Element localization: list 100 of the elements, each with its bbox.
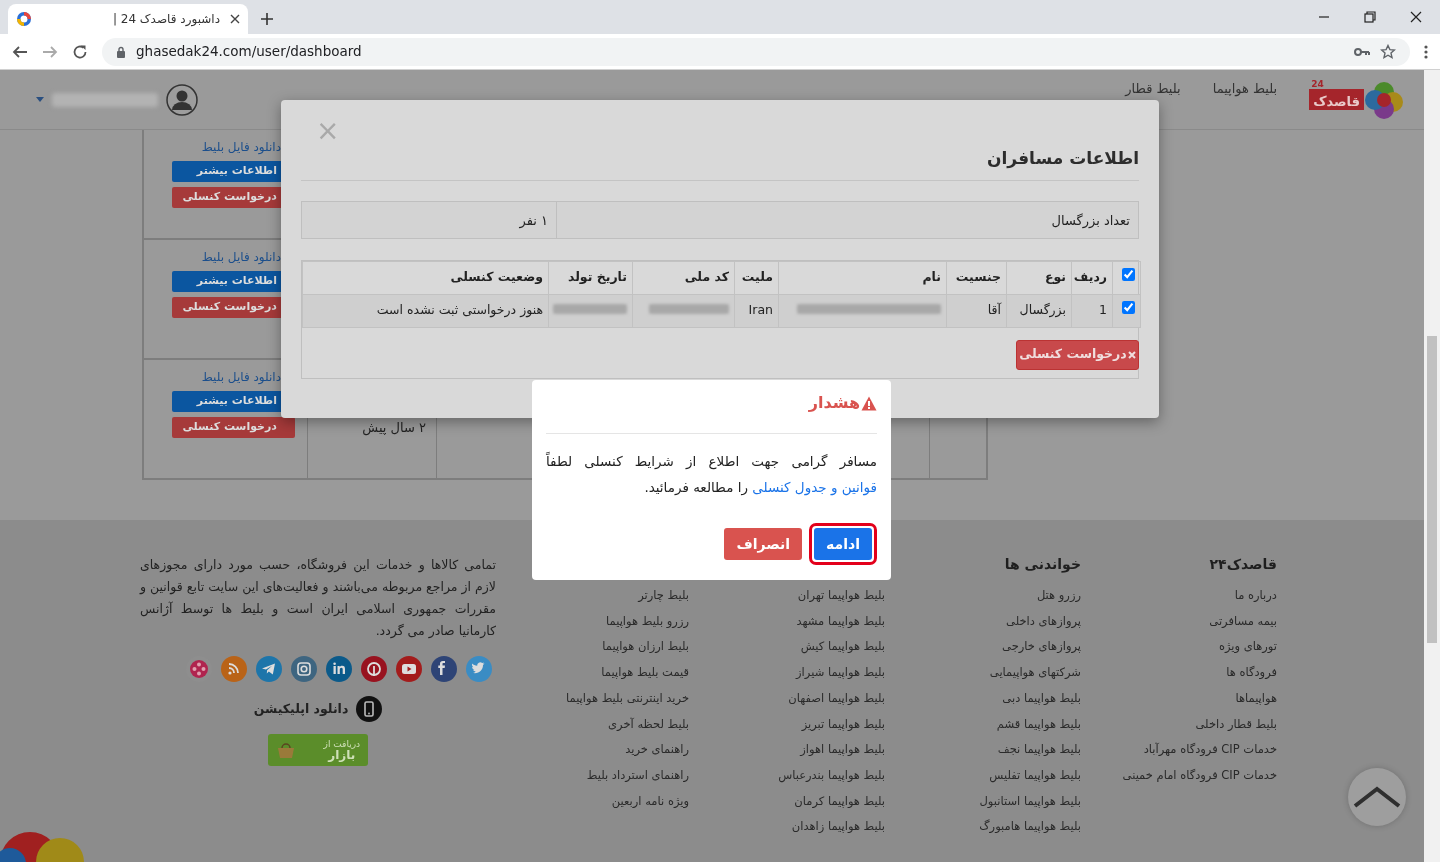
- footer-link[interactable]: بلیط قطار داخلی: [1084, 711, 1277, 738]
- footer-link[interactable]: بلیط هواپیما استانبول: [888, 788, 1081, 815]
- footer-link[interactable]: ویژه نامه اربعین: [496, 788, 689, 815]
- footer-link[interactable]: بلیط هواپیما مشهد: [692, 608, 885, 635]
- menu-icon[interactable]: [1424, 43, 1428, 60]
- footer-link[interactable]: بلیط هواپیما تهران: [692, 583, 885, 609]
- continue-button[interactable]: ادامه: [814, 528, 872, 560]
- nav-link[interactable]: بلیط قطار: [1125, 78, 1181, 99]
- avatar-icon[interactable]: [166, 83, 198, 116]
- footer-link[interactable]: تورهای ویژه: [1084, 634, 1277, 661]
- column-header: ردیف: [1071, 261, 1113, 294]
- column-header: جنسیت: [946, 261, 1007, 294]
- favicon-icon: [16, 11, 32, 27]
- rules-link[interactable]: قوانین و جدول کنسلی: [752, 479, 877, 495]
- footer-link[interactable]: بلیط ارزان هواپیما: [496, 634, 689, 661]
- restore-icon[interactable]: [1364, 11, 1376, 23]
- bird-icon[interactable]: [466, 656, 492, 682]
- camera-icon[interactable]: [291, 656, 317, 682]
- pin-icon[interactable]: [361, 656, 387, 682]
- footer-link[interactable]: بیمه مسافرتی: [1084, 608, 1277, 635]
- row-checkbox[interactable]: [1122, 301, 1135, 315]
- badge-caption: دریافت از: [323, 739, 360, 749]
- warning-icon: [861, 395, 877, 411]
- table-cell: Iran: [734, 294, 779, 327]
- letter-f-icon[interactable]: [431, 656, 457, 682]
- lock-icon: [116, 45, 126, 58]
- footer-link[interactable]: بلیط هواپیما دبی: [888, 685, 1081, 712]
- network-icon[interactable]: [326, 656, 352, 682]
- footer-link[interactable]: خدمات CIP فرودگاه امام خمینی: [1084, 762, 1277, 789]
- cancel-button[interactable]: انصراف: [724, 528, 803, 560]
- footer-link[interactable]: پروازهای خارجی: [888, 634, 1081, 661]
- about-text: تمامی کالاها و خدمات این فروشگاه، حسب مورد دارای مجوزهای لازم از مراجع مربوطه می‌باشند و فعالیت‌های این سایت تابع قوانین و مقررات جمهوری اسلامی ایران است و بلیط ها توسط آژانس کارمانیا صادر می گردد.: [140, 556, 496, 641]
- scrollbar-thumb[interactable]: [1427, 336, 1437, 643]
- column-header: تاریخ تولد: [548, 261, 633, 294]
- footer-link[interactable]: هواپیماها: [1084, 685, 1277, 712]
- footer-link[interactable]: بلیط هواپیما اصفهان: [692, 685, 885, 712]
- footer-link[interactable]: رزرو هتل: [888, 583, 1081, 609]
- new-tab-icon[interactable]: [260, 12, 274, 26]
- ticket-age: ۲ سال پیش: [362, 420, 426, 435]
- column-header: کد ملی: [632, 261, 735, 294]
- caret-icon[interactable]: [36, 97, 44, 102]
- footer-link[interactable]: بلیط چارتر: [496, 583, 689, 609]
- footer-link[interactable]: بلیط هواپیما قشم: [888, 711, 1081, 738]
- browser-tab[interactable]: داشبورد قاصدک 24 |: [8, 4, 248, 34]
- footer-link[interactable]: رزرو بلیط هواپیما: [496, 608, 689, 635]
- adult-count-value: ۱ نفر: [302, 201, 557, 238]
- scrollbar[interactable]: [1424, 70, 1440, 862]
- phone-icon: [356, 696, 383, 722]
- url-text: ghasedak24.com/user/dashboard: [136, 42, 363, 62]
- footer-link[interactable]: بلیط هواپیما کرمان: [692, 788, 885, 815]
- table-cell: هنوز درخواستی ثبت نشده است: [302, 294, 549, 327]
- footer-heading: خواندنی ها: [1003, 555, 1081, 575]
- close-icon[interactable]: [230, 14, 240, 24]
- app-download-label: دانلود اپلیکیشن: [253, 699, 349, 718]
- chevron-up-icon: [1353, 786, 1401, 808]
- rss-icon[interactable]: [221, 656, 247, 682]
- footer-link[interactable]: راهنمای استرداد بلیط: [496, 762, 689, 789]
- adult-count-label: تعداد بزرگسال: [1050, 211, 1131, 231]
- footer-link[interactable]: بلیط لحظه آخری: [496, 711, 689, 738]
- alert-title: هشدار: [808, 392, 860, 414]
- store-name: بازار: [328, 748, 356, 761]
- column-header: نوع: [1006, 261, 1072, 294]
- star-icon[interactable]: [1380, 43, 1396, 60]
- cancel-request-button[interactable]: درخواست کنسلی: [1016, 339, 1139, 370]
- select-all-checkbox[interactable]: [1122, 268, 1135, 282]
- footer-link[interactable]: درباره ما: [1084, 583, 1277, 609]
- footer-link[interactable]: بلیط هواپیما تبریز: [692, 711, 885, 738]
- back-arrow-icon[interactable]: [12, 43, 28, 60]
- close-icon[interactable]: [1410, 11, 1422, 23]
- address-bar[interactable]: ghasedak24.com/user/dashboard: [102, 37, 1410, 66]
- reload-icon[interactable]: [72, 43, 88, 60]
- footer-link[interactable]: شرکتهای هواپیمایی: [888, 660, 1081, 686]
- footer-link[interactable]: بلیط هواپیما زاهدان: [692, 814, 885, 841]
- footer-link[interactable]: خرید اینترنتی بلیط هواپیما: [496, 685, 689, 712]
- footer-link[interactable]: پروازهای داخلی: [888, 608, 1081, 635]
- footer-link[interactable]: فرودگاه ها: [1084, 660, 1277, 686]
- footer-link[interactable]: بلیط هواپیما شیراز: [692, 660, 885, 686]
- key-icon[interactable]: [1354, 46, 1370, 57]
- paper-plane-icon[interactable]: [256, 656, 282, 682]
- footer-link[interactable]: بلیط هواپیما بندرعباس: [692, 762, 885, 789]
- footer-link[interactable]: خدمات CIP فرودگاه مهرآباد: [1084, 737, 1277, 763]
- footer-link[interactable]: قیمت بلیط هواپیما: [496, 660, 689, 686]
- app-store-badge[interactable]: دریافت از بازار: [268, 734, 368, 766]
- logo-circles-icon: [1364, 79, 1404, 120]
- tab-title: داشبورد قاصدک 24 |: [111, 11, 220, 28]
- table-cell: 1: [1071, 294, 1113, 327]
- footer-link[interactable]: راهنمای خرید: [496, 737, 689, 763]
- footer-link[interactable]: بلیط هواپیما اهواز: [692, 737, 885, 763]
- footer-heading: قاصدک۲۴: [1208, 555, 1277, 574]
- basket-icon: [276, 740, 296, 760]
- x-icon: [1127, 350, 1136, 359]
- table-cell: آقا: [946, 294, 1007, 327]
- column-header: ملیت: [734, 261, 779, 294]
- play-icon[interactable]: [396, 656, 422, 682]
- footer-link[interactable]: بلیط هواپیما هامبورگ: [888, 814, 1081, 841]
- footer-link[interactable]: بلیط هواپیما کیش: [692, 634, 885, 661]
- cancel-request-button[interactable]: درخواست کنسلی: [172, 417, 295, 438]
- footer-link[interactable]: بلیط هواپیما تفلیس: [888, 762, 1081, 789]
- footer-link[interactable]: بلیط هواپیما نجف: [888, 737, 1081, 763]
- nav-link[interactable]: بلیط هواپیما: [1212, 78, 1278, 99]
